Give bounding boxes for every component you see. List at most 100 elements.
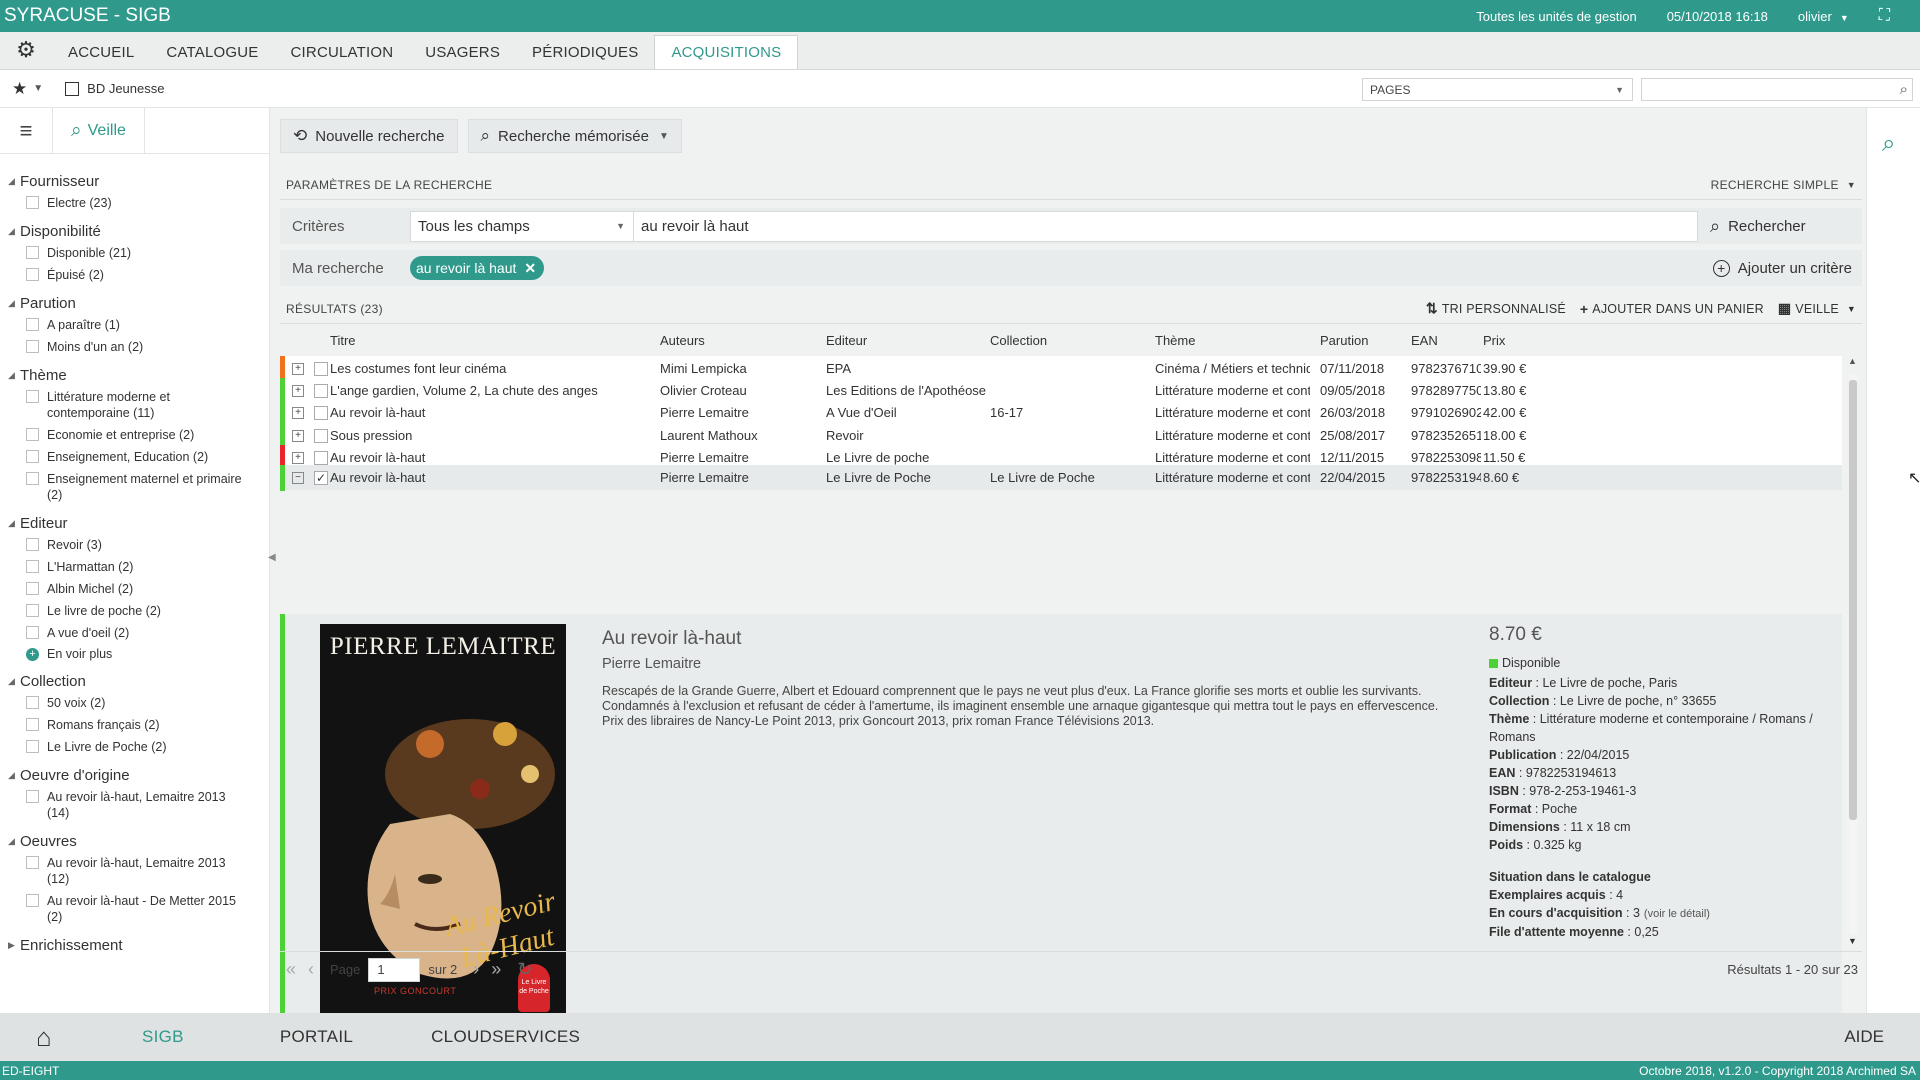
col-editeur[interactable]: Editeur bbox=[826, 333, 867, 348]
facet-item[interactable]: Le Livre de Poche (2) bbox=[26, 736, 269, 758]
expand-row-icon[interactable]: + bbox=[292, 363, 304, 375]
results-scrollbar[interactable]: ▲ ▼ bbox=[1846, 356, 1860, 956]
add-to-cart-button[interactable]: + AJOUTER DANS UN PANIER bbox=[1580, 301, 1764, 317]
refresh-icon[interactable]: ↻ bbox=[517, 959, 532, 980]
expand-row-icon[interactable]: + bbox=[292, 430, 304, 442]
expand-row-icon[interactable]: + bbox=[292, 407, 304, 419]
facet-item[interactable]: Au revoir là-haut, Lemaitre 2013 (12) bbox=[26, 852, 269, 890]
facet-title[interactable]: ◢ Editeur bbox=[8, 512, 269, 534]
hamburger-icon[interactable]: ≡ bbox=[0, 118, 52, 144]
facet-title[interactable]: ▶ Enrichissement bbox=[8, 934, 269, 956]
search-icon[interactable]: ⌕ bbox=[1882, 130, 1895, 158]
new-search-button[interactable]: ⟲ Nouvelle recherche bbox=[280, 119, 458, 153]
facet-item[interactable]: Romans français (2) bbox=[26, 714, 269, 736]
col-collection[interactable]: Collection bbox=[990, 333, 1047, 348]
show-more-link[interactable]: + En voir plus bbox=[26, 644, 269, 664]
row-checkbox[interactable] bbox=[314, 429, 328, 443]
prev-page-icon[interactable]: ‹ bbox=[308, 959, 314, 980]
checkbox[interactable] bbox=[26, 268, 39, 281]
gear-icon[interactable]: ⚙ bbox=[0, 31, 52, 69]
first-page-icon[interactable]: « bbox=[286, 959, 296, 980]
facet-item[interactable]: Au revoir là-haut - De Metter 2015 (2) bbox=[26, 890, 269, 928]
scroll-up-icon[interactable]: ▲ bbox=[1848, 356, 1857, 366]
checkbox[interactable] bbox=[26, 718, 39, 731]
last-page-icon[interactable]: » bbox=[491, 959, 501, 980]
facet-title[interactable]: ◢ Fournisseur bbox=[8, 170, 269, 192]
tab-veille[interactable]: ⌕ Veille bbox=[52, 107, 145, 154]
checkbox[interactable] bbox=[26, 390, 39, 403]
checkbox[interactable] bbox=[26, 894, 39, 907]
expand-row-icon[interactable]: + bbox=[292, 452, 304, 464]
scroll-down-icon[interactable]: ▼ bbox=[1848, 936, 1857, 946]
nav-cloudservices[interactable]: CLOUDSERVICES bbox=[431, 1027, 580, 1047]
global-search-input[interactable]: ⌕ bbox=[1641, 78, 1913, 101]
facet-item[interactable]: Enseignement maternel et primaire (2) bbox=[26, 468, 269, 506]
tab-acquisitions[interactable]: ACQUISITIONS bbox=[654, 35, 799, 69]
checkbox[interactable] bbox=[26, 560, 39, 573]
home-icon[interactable]: ⌂ bbox=[36, 1022, 76, 1053]
checkbox[interactable] bbox=[26, 340, 39, 353]
checkbox[interactable] bbox=[26, 318, 39, 331]
record-author[interactable]: Pierre Lemaitre bbox=[602, 656, 701, 672]
checkbox[interactable] bbox=[26, 582, 39, 595]
checkbox[interactable] bbox=[26, 196, 39, 209]
checkbox[interactable] bbox=[26, 856, 39, 869]
tab-accueil[interactable]: ACCUEIL bbox=[52, 35, 150, 69]
facet-item[interactable]: L'Harmattan (2) bbox=[26, 556, 269, 578]
checkbox[interactable] bbox=[26, 790, 39, 803]
row-checkbox[interactable] bbox=[314, 384, 328, 398]
star-icon[interactable]: ★ bbox=[12, 79, 27, 99]
nav-sigb[interactable]: SIGB bbox=[142, 1027, 184, 1047]
col-theme[interactable]: Thème bbox=[1155, 333, 1195, 348]
checkbox[interactable] bbox=[26, 696, 39, 709]
nav-portail[interactable]: PORTAIL bbox=[280, 1027, 353, 1047]
facet-item[interactable]: Electre (23) bbox=[26, 192, 269, 214]
user-menu[interactable]: olivier ▼ bbox=[1798, 9, 1849, 24]
col-parution[interactable]: Parution bbox=[1320, 333, 1368, 348]
criteria-value-input[interactable]: au revoir là haut bbox=[634, 210, 1698, 242]
facet-item[interactable]: Albin Michel (2) bbox=[26, 578, 269, 600]
facet-item[interactable]: Épuisé (2) bbox=[26, 264, 269, 286]
facet-title[interactable]: ◢ Oeuvres bbox=[8, 830, 269, 852]
facet-title[interactable]: ◢ Parution bbox=[8, 292, 269, 314]
fullscreen-icon[interactable]: ⛶ bbox=[1879, 7, 1890, 25]
search-button[interactable]: ⌕ Rechercher bbox=[1710, 216, 1806, 237]
facet-item[interactable]: Disponible (21) bbox=[26, 242, 269, 264]
col-titre[interactable]: Titre bbox=[330, 333, 356, 348]
facet-item[interactable]: A paraître (1) bbox=[26, 314, 269, 336]
facet-item[interactable]: Moins d'un an (2) bbox=[26, 336, 269, 358]
collapse-sidebar-icon[interactable]: ◀ bbox=[268, 552, 276, 563]
col-auteurs[interactable]: Auteurs bbox=[660, 333, 705, 348]
row-checkbox[interactable]: ✓ bbox=[314, 471, 328, 485]
facet-item[interactable]: 50 voix (2) bbox=[26, 692, 269, 714]
saved-search-button[interactable]: ⌕ Recherche mémorisée ▼ bbox=[467, 119, 682, 153]
facet-title[interactable]: ◢ Oeuvre d'origine bbox=[8, 764, 269, 786]
sort-button[interactable]: ⇅ TRI PERSONNALISÉ bbox=[1426, 300, 1566, 317]
facet-title[interactable]: ◢ Thème bbox=[8, 364, 269, 386]
col-ean[interactable]: EAN bbox=[1411, 333, 1438, 348]
checkbox[interactable] bbox=[26, 626, 39, 639]
checkbox[interactable] bbox=[26, 604, 39, 617]
checkbox[interactable] bbox=[26, 740, 39, 753]
veille-view-button[interactable]: ▦ VEILLE ▼ bbox=[1778, 300, 1856, 317]
next-page-icon[interactable]: › bbox=[473, 959, 479, 980]
expand-row-icon[interactable]: + bbox=[292, 385, 304, 397]
search-icon[interactable]: ⌕ bbox=[1900, 81, 1908, 98]
facet-item[interactable]: Economie et entreprise (2) bbox=[26, 424, 269, 446]
facet-item[interactable]: A vue d'oeil (2) bbox=[26, 622, 269, 644]
facet-item[interactable]: Littérature moderne et contemporaine (11… bbox=[26, 386, 269, 424]
criteria-field-select[interactable]: Tous les champs ▼ bbox=[410, 210, 634, 242]
search-tag[interactable]: au revoir là haut ✕ bbox=[410, 256, 545, 280]
col-prix[interactable]: Prix bbox=[1483, 333, 1505, 348]
table-row[interactable]: − ✓ Au revoir là-haut Pierre Lemaitre Le Liv… bbox=[280, 465, 1842, 491]
row-checkbox[interactable] bbox=[314, 362, 328, 376]
facet-title[interactable]: ◢ Disponibilité bbox=[8, 220, 269, 242]
facet-item[interactable]: Au revoir là-haut, Lemaitre 2013 (14) bbox=[26, 786, 269, 824]
tab-circulation[interactable]: CIRCULATION bbox=[275, 35, 410, 69]
tab-periodiques[interactable]: PÉRIODIQUES bbox=[516, 35, 654, 69]
bookmark-link[interactable]: BD Jeunesse bbox=[65, 81, 164, 96]
checkbox[interactable] bbox=[26, 246, 39, 259]
facet-item[interactable]: Revoir (3) bbox=[26, 534, 269, 556]
chevron-down-icon[interactable]: ▼ bbox=[33, 83, 43, 94]
checkbox[interactable] bbox=[26, 450, 39, 463]
